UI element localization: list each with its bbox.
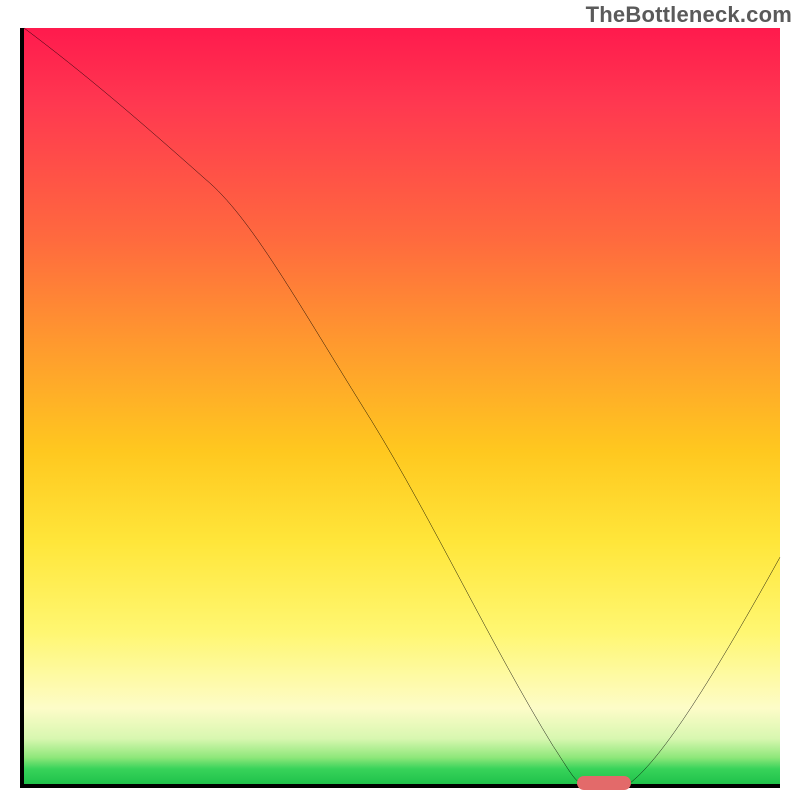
watermark-text: TheBottleneck.com bbox=[586, 2, 792, 28]
bottleneck-curve bbox=[24, 28, 780, 784]
plot-area bbox=[20, 28, 780, 788]
optimal-marker bbox=[577, 776, 631, 790]
